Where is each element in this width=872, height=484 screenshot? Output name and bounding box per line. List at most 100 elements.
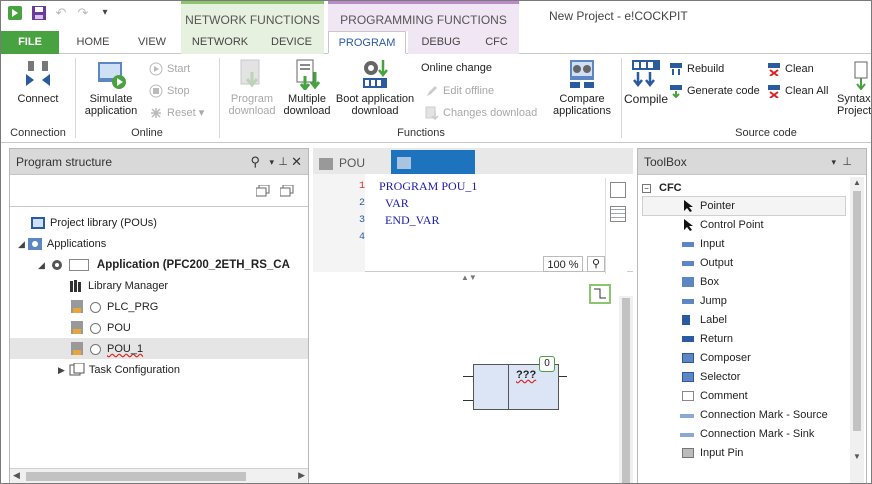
simulate-application-button[interactable]: Simulate application — [81, 58, 141, 117]
toolbox-item-selector[interactable]: Selector — [682, 368, 740, 387]
books-icon — [68, 279, 84, 293]
collapse-all-icon[interactable] — [279, 184, 294, 197]
tab-network[interactable]: NETWORK — [181, 31, 259, 54]
program-structure-panel: Program structure ⚲ ▾ ⊥ ✕ Project librar… — [9, 148, 309, 483]
generate-code-icon — [669, 84, 683, 99]
scroll-right-icon[interactable]: ▶ — [298, 470, 305, 481]
scrollbar-thumb[interactable] — [853, 191, 861, 431]
tree-item-application[interactable]: ◢ Application (PFC200_2ETH_RS_CA — [38, 255, 290, 275]
chevron-down-icon[interactable]: ▾ — [831, 149, 836, 175]
generate-code-button[interactable]: Generate code — [669, 84, 760, 99]
tree-item-pou-1[interactable]: POU_1 — [70, 339, 143, 359]
toolbox-item-return[interactable]: Return — [682, 330, 733, 349]
toolbox-item-comment[interactable]: Comment — [682, 387, 748, 406]
zoom-icon[interactable]: ⚲ — [587, 256, 605, 272]
expanded-arrow-icon[interactable]: ◢ — [38, 260, 45, 270]
expanded-arrow-icon[interactable]: ◢ — [18, 239, 25, 249]
save-icon[interactable] — [31, 5, 47, 21]
connect-button[interactable]: Connect — [11, 58, 65, 105]
declaration-editor[interactable]: 1 2 3 4 PROGRAM POU_1 VAR END_VAR 100 % … — [313, 174, 633, 274]
collapsed-arrow-icon[interactable]: ▶ — [58, 365, 65, 375]
tree-item-library-manager[interactable]: Library Manager — [68, 276, 168, 296]
syntax-project-button[interactable]: Syntax Project — [837, 58, 871, 117]
undo-icon[interactable]: ↶ — [53, 5, 69, 21]
edit-offline-button[interactable]: Edit offline — [425, 84, 494, 98]
close-icon[interactable]: ✕ — [291, 149, 302, 175]
chevron-down-icon[interactable]: ▾ — [269, 149, 274, 175]
cfc-toolbar-icon[interactable] — [589, 284, 611, 304]
multiple-download-button[interactable]: Multiple download — [281, 58, 333, 117]
tab-program[interactable]: PROGRAM — [328, 31, 406, 54]
toolbox-item-box[interactable]: Box — [682, 273, 719, 292]
collapse-icon[interactable]: − — [642, 183, 651, 193]
toolbox-item-output[interactable]: Output — [682, 254, 733, 273]
tree-item-plc-prg[interactable]: PLC_PRG — [70, 297, 158, 317]
tab-cfc[interactable]: CFC — [474, 31, 519, 54]
item-label: Jump — [700, 295, 727, 307]
editor-tab-pou[interactable]: POU — [319, 152, 365, 174]
customize-icon[interactable]: ▾ — [97, 5, 113, 21]
pin-icon[interactable]: ⊥ — [278, 149, 288, 175]
box-name[interactable]: ??? — [516, 369, 536, 381]
search-icon[interactable]: ⚲ — [250, 149, 260, 175]
app-logo-icon[interactable] — [7, 5, 23, 21]
code-line-2: VAR — [385, 196, 409, 210]
textual-view-icon[interactable] — [610, 182, 626, 198]
toolbox-category-cfc[interactable]: − CFC — [642, 179, 682, 197]
item-label: Label — [700, 314, 727, 326]
expand-all-icon[interactable] — [255, 184, 270, 197]
tab-device[interactable]: DEVICE — [259, 31, 324, 54]
rebuild-button[interactable]: Rebuild — [669, 62, 724, 76]
toolbox-item-pointer[interactable]: Pointer — [684, 197, 735, 216]
scroll-down-icon[interactable]: ▼ — [853, 452, 861, 461]
tree-item-pou[interactable]: POU — [70, 318, 131, 338]
tab-view[interactable]: VIEW — [125, 31, 179, 54]
program-download-button[interactable]: Program download — [223, 58, 281, 117]
tree-item-task-configuration[interactable]: ▶ Task Configuration — [58, 360, 180, 380]
toolbox-item-jump[interactable]: Jump — [682, 292, 727, 311]
scrollbar-thumb[interactable] — [622, 298, 630, 483]
toolbox-item-label[interactable]: Label — [682, 311, 727, 330]
compare-icon — [566, 58, 598, 90]
cfc-canvas[interactable]: ??? 0 — [313, 282, 633, 483]
vertical-scrollbar[interactable] — [619, 296, 633, 483]
tree-item-applications[interactable]: ◢ Applications — [18, 234, 106, 254]
start-button[interactable]: Start — [149, 62, 190, 76]
splitter-arrows-icon[interactable]: ▲▼ — [461, 273, 477, 282]
tree-item-project-library[interactable]: Project library (POUs) — [30, 213, 157, 233]
scroll-left-icon[interactable]: ◀ — [13, 470, 20, 481]
toolbox-item-input-pin[interactable]: Input Pin — [682, 444, 743, 463]
zoom-level[interactable]: 100 % — [543, 256, 583, 272]
editor-tab-pou-1[interactable]: POU_1 ✕ — [391, 150, 475, 193]
clean-all-button[interactable]: Clean All — [767, 84, 828, 99]
boot-application-download-button[interactable]: Boot application download — [335, 58, 415, 117]
toolbox-item-connection-mark-sink[interactable]: Connection Mark - Sink — [680, 425, 814, 444]
scrollbar-thumb[interactable] — [26, 472, 246, 481]
toolbox-item-connection-mark-source[interactable]: Connection Mark - Source — [680, 406, 828, 425]
execution-order-badge: 0 — [539, 356, 555, 372]
pin-icon[interactable]: ⊥ — [842, 149, 852, 175]
toolbox-item-input[interactable]: Input — [682, 235, 724, 254]
selected-row-highlight — [10, 338, 308, 359]
tab-file[interactable]: FILE — [1, 31, 59, 54]
checkbox[interactable] — [68, 258, 89, 271]
redo-icon[interactable]: ↷ — [75, 5, 91, 21]
box-input-pin[interactable] — [463, 376, 473, 377]
horizontal-scrollbar[interactable]: ◀ ▶ — [10, 468, 308, 483]
box-input-pin[interactable] — [463, 400, 473, 401]
stop-button[interactable]: Stop — [149, 84, 190, 98]
tabular-view-icon[interactable] — [610, 206, 626, 222]
toolbox-item-control-point[interactable]: Control Point — [684, 216, 764, 235]
tab-debug[interactable]: DEBUG — [408, 31, 474, 54]
compare-applications-button[interactable]: Compare applications — [547, 58, 617, 117]
clean-button[interactable]: Clean — [767, 62, 814, 77]
vertical-scrollbar[interactable]: ▲ ▼ — [850, 177, 864, 483]
toolbox-item-composer[interactable]: Composer — [682, 349, 751, 368]
tab-home[interactable]: HOME — [63, 31, 123, 54]
reset-button[interactable]: Reset ▾ — [149, 106, 204, 120]
scroll-up-icon[interactable]: ▲ — [853, 178, 861, 187]
changes-download-button[interactable]: Changes download — [425, 106, 537, 121]
clean-icon — [767, 62, 781, 77]
toolbox-header: ToolBox ▾ ⊥ — [638, 149, 866, 175]
compile-button[interactable]: Compile — [623, 58, 669, 106]
